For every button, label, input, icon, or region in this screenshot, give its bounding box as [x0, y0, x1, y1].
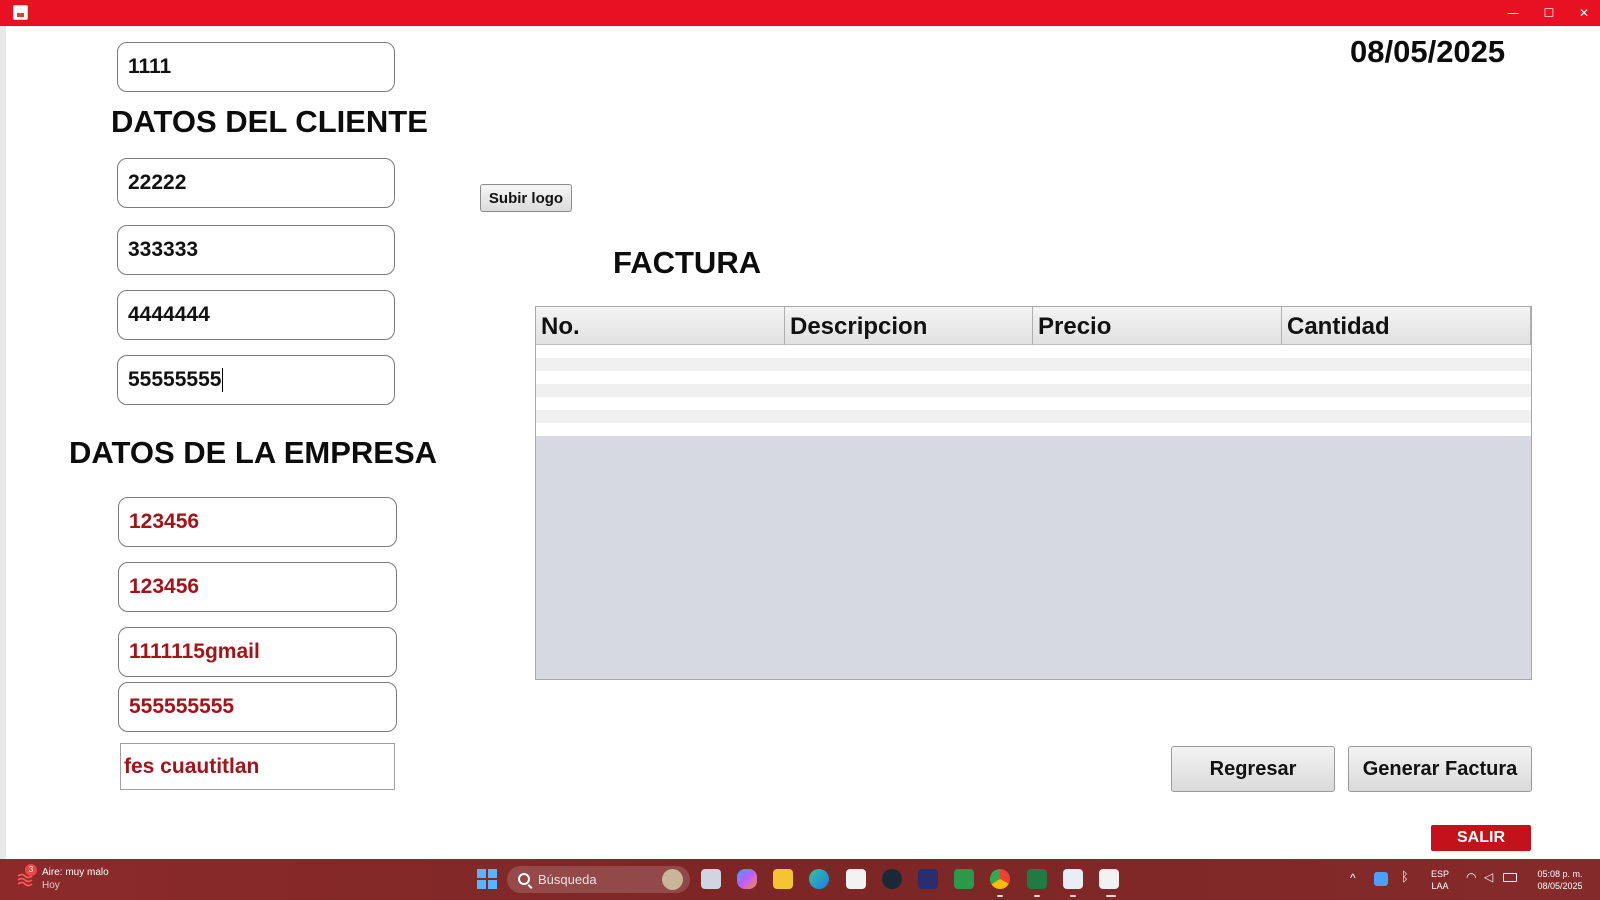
company-data-heading: DATOS DE LA EMPRESA	[69, 435, 438, 470]
maximize-button[interactable]: ☐	[1531, 0, 1567, 26]
windows-logo-tile	[477, 869, 486, 878]
taskbar: 3 Aire: muy malo Hoy Búsqueda ^ ᛒ ESP LA…	[0, 859, 1600, 900]
clock[interactable]: 05:08 p. m. 08/05/2025	[1530, 868, 1590, 892]
company-field-2[interactable]: 123456	[118, 562, 397, 612]
tray-app-icon[interactable]	[1374, 872, 1388, 886]
client-field-2[interactable]: 333333	[117, 225, 395, 275]
clock-date: 08/05/2025	[1537, 881, 1583, 891]
wifi-icon[interactable]: ◠	[1466, 871, 1476, 883]
task-view-icon[interactable]	[701, 869, 721, 889]
table-row[interactable]	[536, 371, 1531, 384]
invoice-number-field[interactable]: 1111	[117, 42, 395, 92]
java-app-taskbar-icon[interactable]	[1099, 869, 1119, 889]
table-row[interactable]	[536, 384, 1531, 397]
virtual-machine-icon[interactable]	[1063, 869, 1083, 889]
company-phone-field[interactable]: 555555555	[118, 682, 397, 732]
title-bar: — ☐ ✕	[0, 0, 1600, 26]
table-row[interactable]	[536, 345, 1531, 358]
column-header-quantity[interactable]: Cantidad	[1282, 307, 1531, 345]
language-code: ESP	[1430, 869, 1449, 879]
column-header-no[interactable]: No.	[536, 307, 785, 345]
language-indicator[interactable]: ESP LAA	[1428, 868, 1452, 892]
invoice-title: FACTURA	[613, 245, 762, 280]
system-tray: ^ ᛒ ESP LAA ◠ ◁ 05:08 p. m. 08/05/2025	[1345, 859, 1600, 900]
upload-logo-button[interactable]: Subir logo	[480, 184, 572, 212]
running-indicator	[1034, 895, 1040, 897]
dev-home-icon[interactable]	[918, 869, 938, 889]
company-email-field[interactable]: 1111115gmail	[118, 627, 397, 677]
chrome-icon[interactable]	[990, 869, 1010, 889]
copilot-icon[interactable]	[737, 869, 757, 889]
running-indicator	[1070, 895, 1076, 897]
weather-text: Aire: muy malo Hoy	[42, 866, 109, 892]
client-field-1[interactable]: 22222	[117, 158, 395, 208]
generate-invoice-button[interactable]: Generar Factura	[1348, 746, 1532, 792]
close-button[interactable]: ✕	[1566, 0, 1600, 26]
edge-icon[interactable]	[809, 869, 829, 889]
clock-time: 05:08 p. m.	[1537, 869, 1583, 879]
invoice-table[interactable]: No. Descripcion Precio Cantidad	[535, 306, 1532, 680]
weather-badge: 3	[25, 864, 37, 876]
table-row[interactable]	[536, 358, 1531, 371]
client-data-heading: DATOS DEL CLIENTE	[111, 104, 428, 139]
client-field-4-value: 55555555	[128, 368, 222, 391]
weather-title: Aire: muy malo	[42, 867, 109, 878]
client-field-4[interactable]: 55555555	[117, 355, 395, 405]
steam-icon[interactable]	[882, 869, 902, 889]
running-indicator	[997, 895, 1003, 897]
file-explorer-icon[interactable]	[773, 869, 793, 889]
text-caret	[222, 368, 224, 392]
keyboard-layout: LAA	[1431, 881, 1449, 891]
back-button[interactable]: Regresar	[1171, 746, 1335, 792]
exit-button[interactable]: SALIR	[1431, 825, 1531, 851]
battery-icon[interactable]	[1503, 873, 1517, 882]
taskbar-search[interactable]: Búsqueda	[507, 866, 690, 893]
search-placeholder: Búsqueda	[538, 872, 597, 887]
table-header: No. Descripcion Precio Cantidad	[536, 307, 1531, 345]
classroom-icon[interactable]	[954, 869, 974, 889]
windows-logo-tile	[488, 880, 497, 889]
client-field-3[interactable]: 4444444	[117, 290, 395, 340]
start-button[interactable]	[477, 869, 497, 889]
active-indicator	[1106, 895, 1116, 897]
date-label: 08/05/2025	[1350, 34, 1506, 69]
search-icon	[518, 873, 530, 885]
chevron-up-icon[interactable]: ^	[1350, 872, 1356, 884]
store-icon[interactable]	[846, 869, 866, 889]
bluetooth-icon[interactable]: ᛒ	[1401, 870, 1409, 883]
table-row[interactable]	[536, 410, 1531, 423]
weather-subtitle: Hoy	[42, 880, 60, 891]
search-highlight-icon	[662, 869, 683, 890]
java-app-icon	[13, 5, 28, 20]
company-address-field[interactable]: fes cuautitlan	[120, 743, 395, 790]
column-header-description[interactable]: Descripcion	[785, 307, 1033, 345]
company-field-1[interactable]: 123456	[118, 497, 397, 547]
windows-logo-tile	[477, 880, 486, 889]
windows-logo-tile	[488, 869, 497, 878]
column-header-price[interactable]: Precio	[1033, 307, 1282, 345]
excel-icon[interactable]	[1027, 869, 1047, 889]
volume-icon[interactable]: ◁	[1484, 871, 1493, 883]
table-row[interactable]	[536, 397, 1531, 410]
table-row[interactable]	[536, 423, 1531, 436]
minimize-button[interactable]: —	[1495, 0, 1531, 26]
